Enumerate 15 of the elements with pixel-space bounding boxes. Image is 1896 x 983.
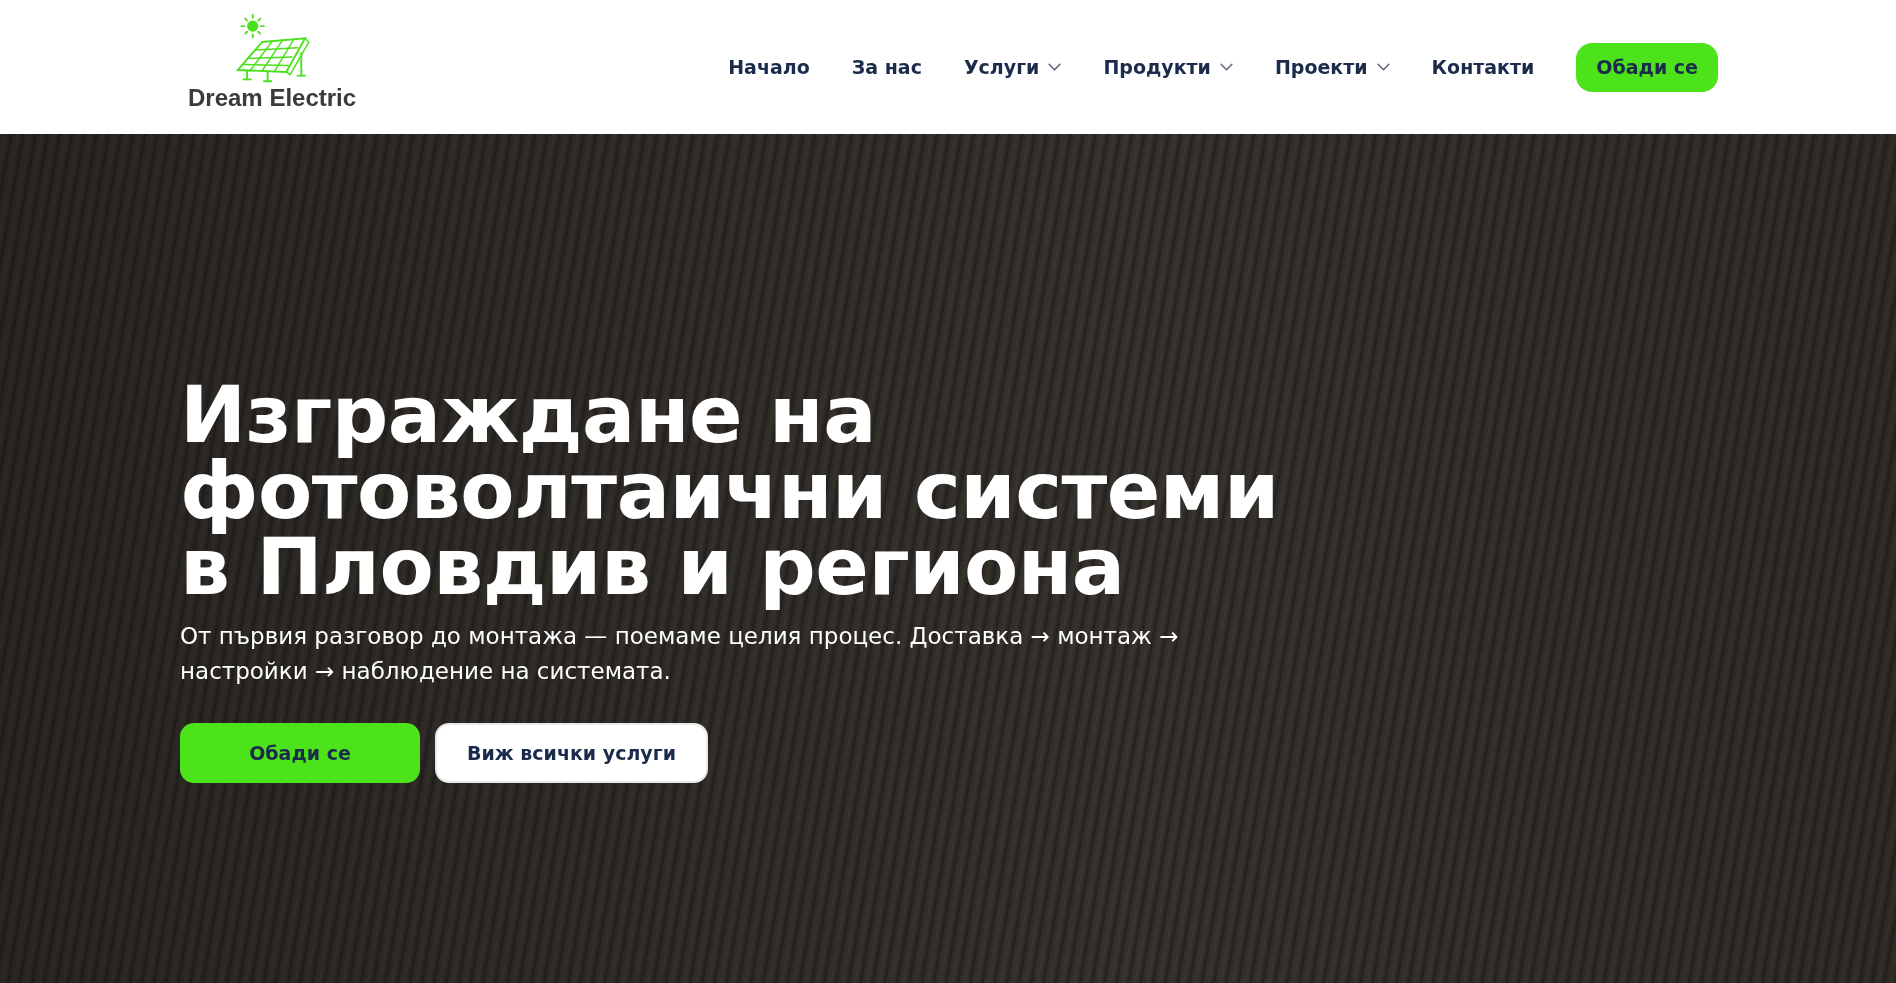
chevron-down-icon xyxy=(1376,63,1390,71)
chevron-down-icon xyxy=(1048,63,1062,71)
nav-link[interactable]: Продукти xyxy=(1103,56,1233,78)
nav-link[interactable]: Услуги xyxy=(963,56,1062,78)
hero-subtitle: От първия разговор до монтажа — поемаме целия процес. Доставка → монтаж → настройки → наблюдение на системата. xyxy=(180,622,1180,686)
chevron-down-icon xyxy=(1219,63,1233,71)
nav-link[interactable]: Контакти xyxy=(1431,56,1535,78)
nav-link[interactable]: Проекти xyxy=(1274,56,1390,78)
nav-link[interactable]: За нас xyxy=(851,56,922,78)
hero-title: Изграждане на фотоволтаични системи в Пловдив и региона xyxy=(180,371,1280,615)
services-button[interactable]: Виж всички услуги xyxy=(435,723,708,783)
call-button[interactable]: Обади се xyxy=(180,723,420,783)
nav-link[interactable]: Начало xyxy=(728,56,810,78)
call-button[interactable]: Обади се xyxy=(1576,42,1718,92)
brand-name: Dream Electric xyxy=(188,84,357,111)
